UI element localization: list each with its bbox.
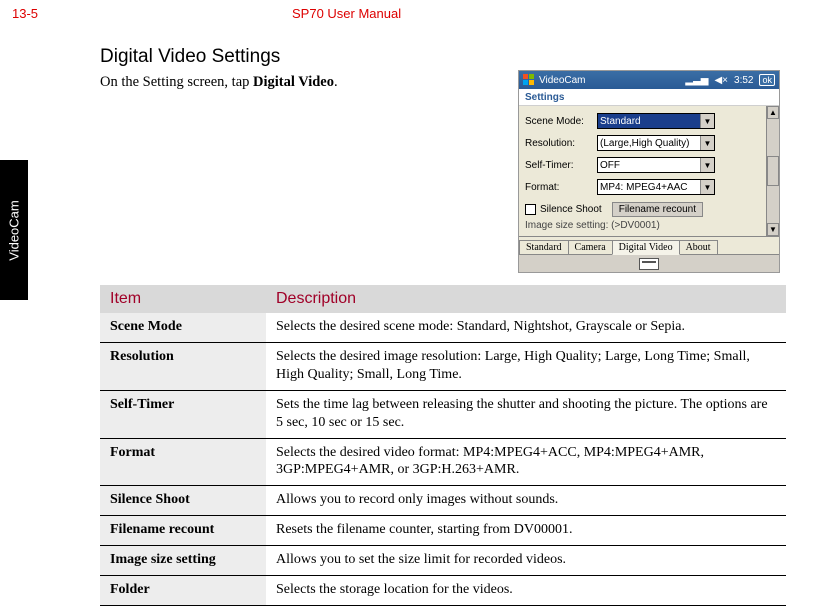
mute-icon: ◀× [714, 75, 728, 86]
table-cell-item: Filename recount [100, 516, 266, 546]
table-row: Self-Timer Sets the time lag between rel… [100, 390, 786, 438]
screenshot-titlebar: VideoCam ▂▃▅ ◀× 3:52 ok [519, 71, 779, 89]
ok-button[interactable]: ok [759, 74, 775, 86]
table-cell-desc: Resets the filename counter, starting fr… [266, 516, 786, 546]
page-number: 13-5 [12, 6, 292, 21]
chevron-down-icon[interactable]: ▼ [700, 114, 714, 128]
intro-text-suffix: . [334, 74, 338, 90]
table-cell-item: Folder [100, 576, 266, 606]
table-row: Format Selects the desired video format:… [100, 438, 786, 486]
settings-table: Item Description Scene Mode Selects the … [100, 285, 786, 606]
intro-text-prefix: On the Setting screen, tap [100, 74, 253, 90]
manual-title: SP70 User Manual [292, 6, 401, 21]
intro-text-bold: Digital Video [253, 74, 334, 90]
select-value: OFF [600, 160, 620, 171]
silence-shoot-label: Silence Shoot [540, 204, 602, 215]
field-scene-mode: Scene Mode: Standard ▼ [525, 110, 777, 132]
screenshot-window-title: VideoCam [539, 75, 586, 86]
scroll-up-button[interactable]: ▲ [767, 106, 779, 119]
scroll-thumb[interactable] [767, 156, 779, 186]
table-cell-desc: Selects the desired scene mode: Standard… [266, 313, 786, 342]
field-silence-shoot: Silence Shoot Filename recount [525, 198, 777, 220]
table-header-description: Description [266, 285, 786, 313]
field-self-timer: Self-Timer: OFF ▼ [525, 154, 777, 176]
screenshot-status-area: ▂▃▅ ◀× 3:52 ok [685, 74, 775, 86]
scrollbar[interactable]: ▲ ▼ [766, 106, 779, 236]
table-row: Image size setting Allows you to set the… [100, 546, 786, 576]
table-cell-item: Image size setting [100, 546, 266, 576]
embedded-screenshot: VideoCam ▂▃▅ ◀× 3:52 ok Settings Scene M… [518, 70, 780, 273]
screenshot-form: Scene Mode: Standard ▼ Resolution: (Larg… [519, 106, 779, 236]
scene-mode-select[interactable]: Standard ▼ [597, 113, 715, 129]
keyboard-icon[interactable] [639, 258, 659, 270]
screenshot-body: Scene Mode: Standard ▼ Resolution: (Larg… [519, 106, 779, 236]
tab-camera[interactable]: Camera [568, 240, 613, 254]
table-cell-item: Silence Shoot [100, 486, 266, 516]
format-select[interactable]: MP4: MPEG4+AAC ▼ [597, 179, 715, 195]
table-cell-desc: Allows you to record only images without… [266, 486, 786, 516]
table-cell-desc: Selects the desired image resolution: La… [266, 342, 786, 390]
field-image-size: Image size setting: (>DV0001) [525, 220, 777, 236]
field-label: Self-Timer: [525, 160, 597, 171]
table-cell-desc: Selects the storage location for the vid… [266, 576, 786, 606]
select-value: (Large,High Quality) [600, 138, 689, 149]
table-row: Silence Shoot Allows you to record only … [100, 486, 786, 516]
table-cell-item: Scene Mode [100, 313, 266, 342]
table-cell-desc: Sets the time lag between releasing the … [266, 390, 786, 438]
chapter-side-tab: VideoCam [0, 160, 28, 300]
image-size-label: Image size setting: [525, 220, 608, 231]
chevron-down-icon[interactable]: ▼ [700, 180, 714, 194]
tab-about[interactable]: About [679, 240, 718, 254]
field-label: Scene Mode: [525, 116, 597, 127]
field-format: Format: MP4: MPEG4+AAC ▼ [525, 176, 777, 198]
field-label: Format: [525, 182, 597, 193]
field-label: Resolution: [525, 138, 597, 149]
tab-digital-video[interactable]: Digital Video [612, 240, 680, 255]
resolution-select[interactable]: (Large,High Quality) ▼ [597, 135, 715, 151]
table-row: Resolution Selects the desired image res… [100, 342, 786, 390]
table-row: Folder Selects the storage location for … [100, 576, 786, 606]
table-header-row: Item Description [100, 285, 786, 313]
table-cell-item: Self-Timer [100, 390, 266, 438]
page-header: 13-5 SP70 User Manual [0, 0, 816, 24]
table-cell-item: Format [100, 438, 266, 486]
table-cell-desc: Allows you to set the size limit for rec… [266, 546, 786, 576]
image-size-value: (>DV0001) [611, 220, 660, 231]
clock-text: 3:52 [734, 75, 753, 86]
silence-shoot-checkbox[interactable] [525, 204, 536, 215]
chapter-side-tab-label: VideoCam [7, 200, 22, 260]
field-resolution: Resolution: (Large,High Quality) ▼ [525, 132, 777, 154]
section-title: Digital Video Settings [100, 46, 786, 68]
table-header-item: Item [100, 285, 266, 313]
scroll-down-button[interactable]: ▼ [767, 223, 779, 236]
chevron-down-icon[interactable]: ▼ [700, 136, 714, 150]
table-row: Scene Mode Selects the desired scene mod… [100, 313, 786, 342]
select-value: Standard [600, 116, 641, 127]
table-cell-item: Resolution [100, 342, 266, 390]
signal-icon: ▂▃▅ [685, 75, 708, 86]
start-icon[interactable] [523, 74, 535, 86]
filename-recount-button[interactable]: Filename recount [612, 202, 703, 217]
screenshot-sub-header: Settings [519, 89, 779, 106]
table-cell-desc: Selects the desired video format: MP4:MP… [266, 438, 786, 486]
table-row: Filename recount Resets the filename cou… [100, 516, 786, 546]
self-timer-select[interactable]: OFF ▼ [597, 157, 715, 173]
screenshot-bottombar [519, 254, 779, 272]
select-value: MP4: MPEG4+AAC [600, 182, 688, 193]
screenshot-tabstrip: Standard Camera Digital Video About [519, 236, 779, 254]
tab-standard[interactable]: Standard [519, 240, 569, 254]
chevron-down-icon[interactable]: ▼ [700, 158, 714, 172]
